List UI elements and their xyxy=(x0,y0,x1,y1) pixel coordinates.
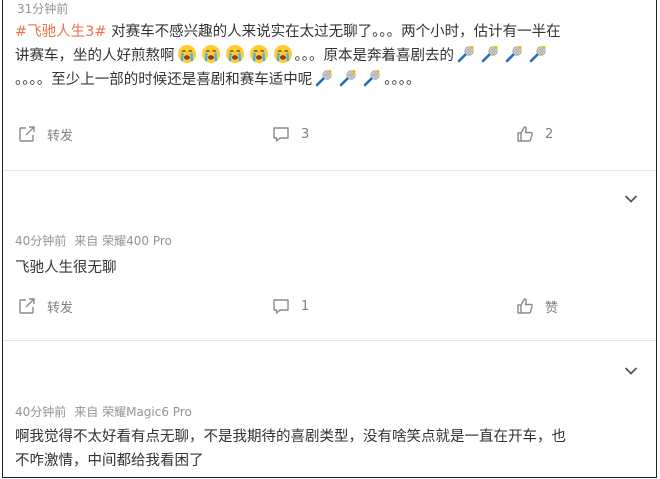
repost-button[interactable]: 转发 xyxy=(17,294,73,318)
comment-button[interactable]: 1 xyxy=(271,294,309,318)
microphone-icon xyxy=(480,44,500,64)
comment-meta: 40分钟前 来自 荣耀400 Pro xyxy=(15,234,172,248)
microphone-icon xyxy=(456,44,476,64)
crying-face-icon xyxy=(201,44,221,64)
microphone-icon xyxy=(338,68,358,88)
divider xyxy=(3,170,656,171)
microphone-icon xyxy=(504,44,524,64)
thumbs-up-icon xyxy=(515,296,535,316)
microphone-icon xyxy=(362,68,382,88)
repost-icon xyxy=(17,296,37,316)
crying-face-icon xyxy=(249,44,269,64)
comment-icon xyxy=(271,124,291,144)
comment-count: 1 xyxy=(301,298,310,314)
microphone-icon xyxy=(314,68,334,88)
comment-body: 飞驰人生很无聊 xyxy=(15,260,117,276)
hashtag-link[interactable]: #飞驰人生3# xyxy=(15,24,107,40)
comment-icon xyxy=(271,296,291,316)
divider xyxy=(3,340,656,341)
crying-face-icon xyxy=(177,44,197,64)
comment-count: 3 xyxy=(301,126,310,142)
repost-button[interactable]: 转发 xyxy=(17,122,73,146)
comment-actions: 转发 3 2 xyxy=(3,122,656,146)
chevron-down-icon[interactable] xyxy=(624,194,638,204)
comment-time: 31分钟前 xyxy=(17,2,69,16)
comment-line: 。。。。至少上一部的时候还是喜剧和赛车适中呢。。。。 xyxy=(15,68,642,92)
microphone-icon xyxy=(528,44,548,64)
comment-feed: 31分钟前 #飞驰人生3# 对赛车不感兴趣的人来说实在太过无聊了。。。两个小时，… xyxy=(2,0,657,478)
crying-face-icon xyxy=(273,44,293,64)
comment-body: #飞驰人生3# 对赛车不感兴趣的人来说实在太过无聊了。。。两个小时，估计有一半在… xyxy=(15,20,642,92)
like-button[interactable]: 2 xyxy=(515,122,553,146)
comment-button[interactable]: 3 xyxy=(271,122,309,146)
comment-line: 讲赛车，坐的人好煎熬啊 。。。原本是奔着喜剧去的 xyxy=(15,44,642,68)
chevron-down-icon[interactable] xyxy=(624,366,638,376)
repost-icon xyxy=(17,124,37,144)
comment-line: #飞驰人生3# 对赛车不感兴趣的人来说实在太过无聊了。。。两个小时，估计有一半在 xyxy=(15,24,561,40)
like-label: 赞 xyxy=(545,300,559,316)
like-button[interactable]: 赞 xyxy=(515,294,558,318)
crying-face-icon xyxy=(225,44,245,64)
comment-body: 啊我觉得不太好看有点无聊，不是我期待的喜剧类型，没有啥笑点就是一直在开车，也 不… xyxy=(15,429,566,469)
thumbs-up-icon xyxy=(515,124,535,144)
comment-actions: 转发 1 赞 xyxy=(3,294,656,318)
comment-meta: 40分钟前 来自 荣耀Magic6 Pro xyxy=(15,405,192,419)
like-count: 2 xyxy=(545,126,554,142)
